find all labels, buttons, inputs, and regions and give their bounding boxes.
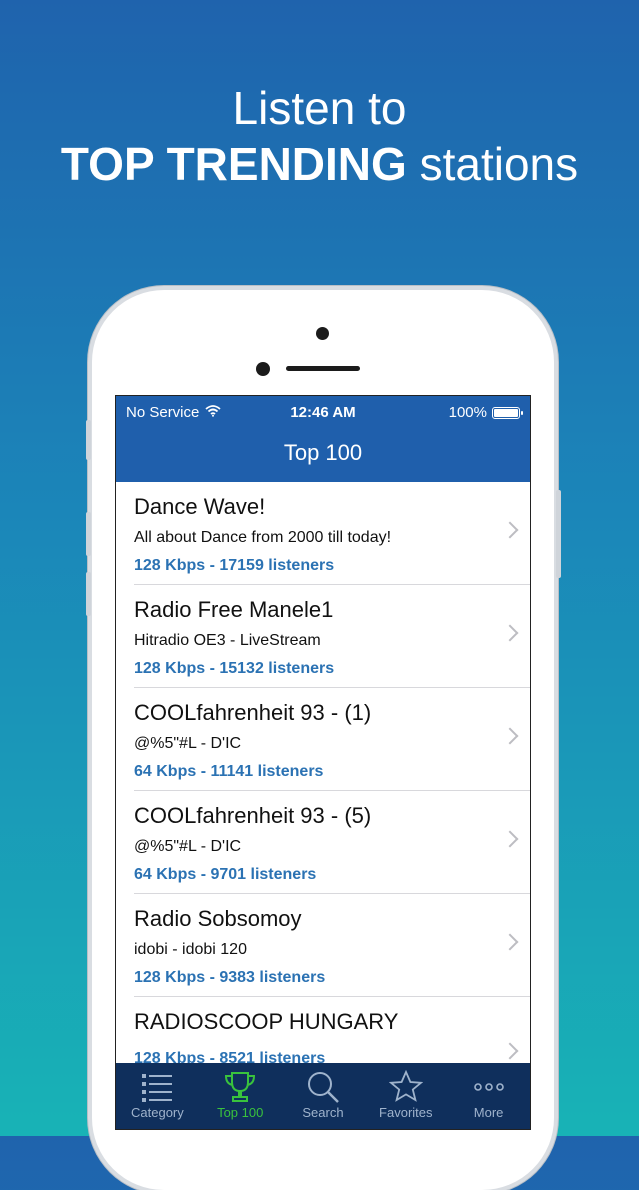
station-subtitle: @%5"#L - D'IC — [134, 735, 242, 752]
battery-percent: 100% — [448, 404, 487, 421]
station-subtitle: idobi - idobi 120 — [134, 941, 247, 958]
tab-search[interactable]: Search — [282, 1063, 365, 1129]
promo-line-2: TOP TRENDING stations — [0, 136, 639, 192]
station-name: Dance Wave! — [134, 494, 266, 519]
station-row[interactable]: COOLfahrenheit 93 - (5) @%5"#L - D'IC 64… — [134, 791, 530, 894]
chevron-right-icon — [501, 624, 519, 642]
promo-line-2-bold: TOP TRENDING — [60, 138, 407, 190]
search-icon — [282, 1067, 365, 1107]
promo-headline: Listen to TOP TRENDING stations — [0, 80, 639, 192]
station-meta: 64 Kbps - 9701 listeners — [134, 866, 317, 883]
tab-more[interactable]: More — [447, 1063, 530, 1129]
chevron-right-icon — [501, 1042, 519, 1060]
station-name: RADIOSCOOP HUNGARY — [134, 1009, 399, 1034]
status-bar: No Service 12:46 AM 100% — [116, 396, 530, 430]
proximity-sensor — [256, 362, 270, 376]
tab-bar: Category Top 100 Search Favorites More — [116, 1063, 530, 1129]
tab-label: Search — [302, 1105, 344, 1120]
station-name: COOLfahrenheit 93 - (5) — [134, 803, 372, 828]
list-icon — [116, 1067, 199, 1107]
station-row[interactable]: Dance Wave! All about Dance from 2000 ti… — [134, 482, 530, 585]
station-row[interactable]: Radio Sobsomoy idobi - idobi 120 128 Kbp… — [134, 894, 530, 997]
tab-category[interactable]: Category — [116, 1063, 199, 1129]
station-meta: 128 Kbps - 9383 listeners — [134, 969, 326, 986]
chevron-right-icon — [501, 830, 519, 848]
phone-screen: No Service 12:46 AM 100% Top 100 Dance W… — [115, 395, 531, 1130]
tab-favorites[interactable]: Favorites — [364, 1063, 447, 1129]
station-list[interactable]: Dance Wave! All about Dance from 2000 ti… — [116, 482, 530, 1100]
station-meta: 128 Kbps - 15132 listeners — [134, 660, 335, 677]
station-subtitle: Hitradio OE3 - LiveStream — [134, 632, 321, 649]
chevron-right-icon — [501, 727, 519, 745]
front-camera — [316, 327, 329, 340]
phone-volume-up-button — [86, 512, 91, 556]
station-subtitle: @%5"#L - D'IC — [134, 838, 242, 855]
station-name: Radio Free Manele1 — [134, 597, 334, 622]
station-name: COOLfahrenheit 93 - (1) — [134, 700, 372, 725]
station-meta: 64 Kbps - 11141 listeners — [134, 763, 324, 780]
trophy-icon — [199, 1067, 282, 1107]
station-row[interactable]: Radio Free Manele1 Hitradio OE3 - LiveSt… — [134, 585, 530, 688]
station-name: Radio Sobsomoy — [134, 906, 302, 931]
tab-label: Top 100 — [217, 1105, 264, 1120]
tab-label: More — [473, 1105, 504, 1120]
nav-title: Top 100 — [283, 440, 363, 465]
earpiece-speaker — [286, 366, 360, 371]
tab-top-100[interactable]: Top 100 — [199, 1063, 282, 1129]
phone-power-button — [556, 490, 561, 578]
more-icon — [447, 1067, 530, 1107]
battery-icon — [492, 406, 523, 419]
phone-volume-down-button — [86, 572, 91, 616]
phone-silent-switch — [86, 420, 91, 460]
chevron-right-icon — [501, 521, 519, 539]
tab-label: Favorites — [379, 1105, 433, 1120]
promo-line-1: Listen to — [232, 82, 407, 134]
station-row[interactable]: COOLfahrenheit 93 - (1) @%5"#L - D'IC 64… — [134, 688, 530, 791]
station-subtitle: All about Dance from 2000 till today! — [134, 529, 392, 546]
station-meta: 128 Kbps - 17159 listeners — [134, 557, 335, 574]
chevron-right-icon — [501, 933, 519, 951]
navigation-bar: Top 100 — [116, 430, 530, 482]
tab-label: Category — [131, 1105, 184, 1120]
promo-line-2-rest: stations — [419, 138, 579, 190]
star-icon — [364, 1067, 447, 1107]
